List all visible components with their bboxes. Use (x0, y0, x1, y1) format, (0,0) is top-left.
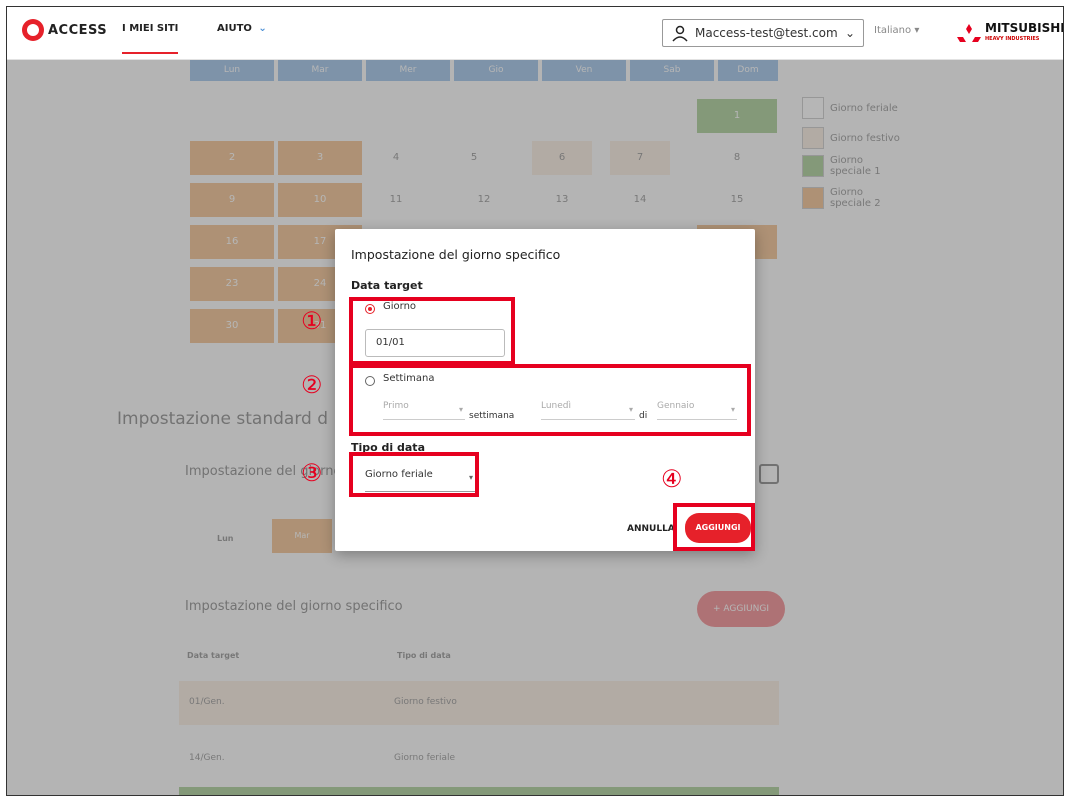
mhi-logo: MITSUBISHI HEAVY INDUSTRIES (957, 21, 1064, 45)
annotation-number-2: ② (301, 371, 323, 399)
top-nav: ACCESS I MIEI SITI AIUTO ⌄ Maccess-test@… (7, 7, 1063, 60)
tab-help[interactable]: AIUTO ⌄ (217, 23, 267, 34)
annotation-number-3: ③ (301, 459, 323, 487)
dialog-title: Impostazione del giorno specifico (351, 247, 561, 262)
language-select[interactable]: Italiano ▾ (874, 25, 919, 36)
tab-my-sites[interactable]: I MIEI SITI (122, 23, 179, 54)
annotation-box-2 (349, 364, 751, 436)
chevron-down-icon: ⌄ (258, 23, 267, 34)
target-date-label: Data target (351, 279, 423, 292)
maccess-logo[interactable]: ACCESS (22, 19, 107, 41)
user-icon (672, 25, 688, 42)
annotation-number-1: ① (301, 307, 323, 335)
annotation-box-1 (349, 297, 515, 365)
annotation-box-3 (349, 452, 479, 497)
brand-name: MITSUBISHI (985, 21, 1064, 35)
tab-help-label: AIUTO (217, 23, 252, 34)
annotation-box-4 (673, 503, 755, 551)
language-label: Italiano (874, 25, 912, 36)
logo-mark-icon (22, 19, 44, 41)
screenshot-frame: ACCESS I MIEI SITI AIUTO ⌄ Maccess-test@… (6, 6, 1064, 796)
logo-text: ACCESS (48, 22, 108, 38)
user-email: Maccess-test@test.com (695, 26, 838, 40)
user-menu[interactable]: Maccess-test@test.com ⌄ (662, 19, 864, 47)
three-diamonds-icon (957, 24, 981, 42)
annotation-number-4: ④ (661, 465, 683, 493)
chevron-down-icon: ⌄ (844, 26, 855, 40)
brand-subtitle: HEAVY INDUSTRIES (985, 36, 1040, 42)
cancel-button[interactable]: ANNULLA (627, 524, 675, 534)
